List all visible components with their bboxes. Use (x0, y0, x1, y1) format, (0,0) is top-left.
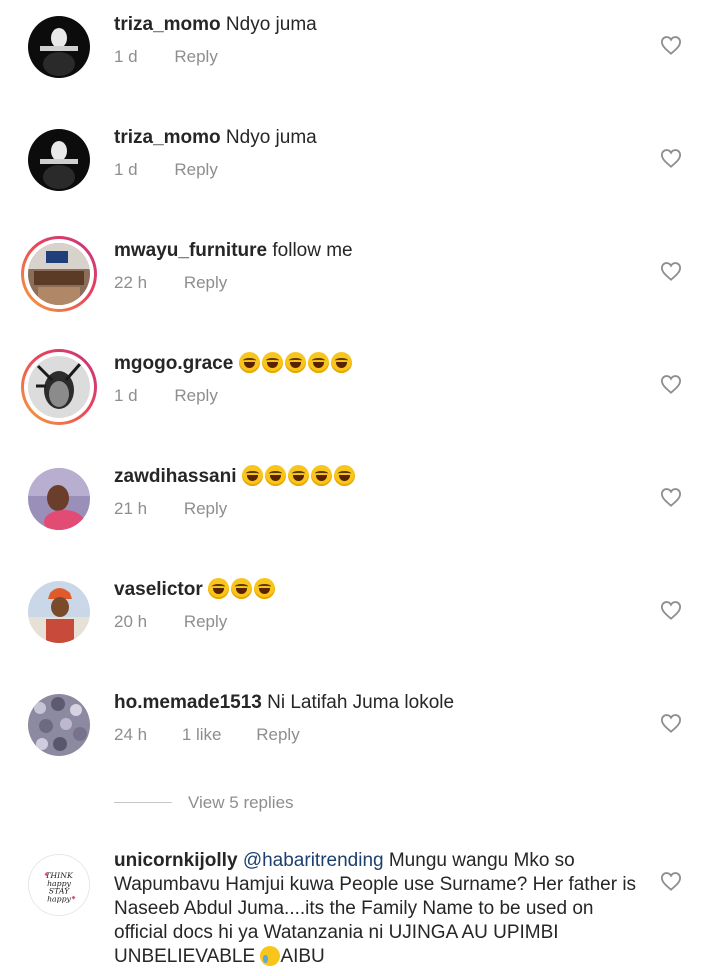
comment-text: Ndyo juma (225, 127, 317, 148)
avatar-story-ring[interactable] (21, 349, 97, 425)
comment-text: follow me (272, 240, 353, 261)
avatar (28, 243, 90, 305)
laughing-emoji-group (208, 578, 277, 600)
comment-line: triza_momo Ndyo juma (114, 126, 317, 150)
comment-text: Ni Latifah Juma lokole (267, 692, 455, 713)
comment-line: vaselictor (114, 578, 277, 602)
comment-time: 22 h (114, 273, 148, 292)
comment-line: ho.memade1513 Ni Latifah Juma lokole (114, 691, 454, 715)
comment-meta: 24 h 1 like Reply (114, 725, 300, 745)
reply-button[interactable]: Reply (184, 273, 227, 293)
avatar[interactable] (28, 16, 90, 78)
avatar[interactable] (28, 581, 90, 643)
laughing-emoji-icon (261, 352, 283, 373)
laughing-emoji-icon (284, 352, 306, 373)
comment-time: 1 d (114, 386, 138, 405)
laughing-emoji-icon (330, 352, 352, 373)
comment-text: Ndyo juma (225, 14, 317, 35)
comment-username[interactable]: mgogo.grace (114, 353, 233, 374)
comment-username[interactable]: unicornkijolly (114, 850, 238, 871)
laughing-emoji-icon (307, 352, 329, 373)
laughing-emoji-icon (231, 578, 253, 599)
comment-line: zawdihassani (114, 465, 357, 489)
comment-username[interactable]: ho.memade1513 (114, 692, 262, 713)
heart-icon[interactable] (660, 35, 682, 55)
avatar[interactable] (28, 468, 90, 530)
avatar[interactable] (28, 129, 90, 191)
comment-time: 1 d (114, 160, 138, 179)
avatar[interactable] (28, 694, 90, 756)
laughing-emoji-icon (264, 465, 286, 486)
laughing-emoji-icon (238, 352, 260, 373)
avatar-image (28, 356, 90, 418)
reply-button[interactable]: Reply (256, 725, 299, 745)
comment-meta: 21 h Reply (114, 499, 227, 519)
comment-meta: 1 d Reply (114, 47, 218, 67)
laughing-emoji-icon (333, 465, 355, 486)
comment-mention[interactable]: @habaritrending (243, 850, 384, 871)
reply-button[interactable]: Reply (184, 499, 227, 519)
heart-icon[interactable] (660, 713, 682, 733)
heart-icon[interactable] (660, 487, 682, 507)
reply-button[interactable]: Reply (184, 612, 227, 632)
comment-username[interactable]: zawdihassani (114, 466, 237, 487)
comment-time: 24 h (114, 725, 148, 744)
crying-emoji-icon (260, 946, 281, 966)
heart-icon[interactable] (660, 600, 682, 620)
comment-meta: 1 d Reply (114, 160, 218, 180)
avatar-image (28, 16, 90, 78)
avatar (28, 356, 90, 418)
comment-time: 21 h (114, 499, 148, 518)
comment-line: triza_momo Ndyo juma (114, 13, 317, 37)
view-replies-button[interactable]: View 5 replies (188, 793, 294, 813)
comment-time: 1 d (114, 47, 138, 66)
laughing-emoji-icon (254, 578, 276, 599)
svg-text:happy: happy (47, 894, 71, 903)
comment-meta: 1 d Reply (114, 386, 218, 406)
view-replies-divider (114, 802, 172, 803)
avatar-image (28, 468, 90, 530)
laughing-emoji-group (241, 465, 357, 487)
avatar[interactable]: THINK happy STAY happy (28, 854, 90, 916)
comment-username[interactable]: mwayu_furniture (114, 240, 267, 261)
reply-button[interactable]: Reply (174, 386, 217, 406)
comment-text-end: AIBU (280, 946, 325, 967)
laughing-emoji-icon (310, 465, 332, 486)
comment-username[interactable]: vaselictor (114, 579, 203, 600)
laughing-emoji-group (238, 352, 354, 374)
comment-line: mwayu_furniture follow me (114, 239, 353, 263)
laughing-emoji-icon (287, 465, 309, 486)
comment-line: mgogo.grace (114, 352, 354, 376)
heart-icon[interactable] (660, 374, 682, 394)
avatar-image: THINK happy STAY happy (29, 855, 89, 915)
comment-time: 20 h (114, 612, 148, 631)
laughing-emoji-icon (208, 578, 230, 599)
heart-icon[interactable] (660, 148, 682, 168)
avatar-image (28, 129, 90, 191)
avatar-image (28, 243, 90, 305)
reply-button[interactable]: Reply (174, 160, 217, 180)
heart-icon[interactable] (660, 871, 682, 891)
comment-meta: 20 h Reply (114, 612, 227, 632)
comment-line: unicornkijolly @habaritrending Mungu wan… (114, 849, 644, 969)
avatar-image (28, 694, 90, 756)
like-count[interactable]: 1 like (182, 725, 222, 745)
comment-username[interactable]: triza_momo (114, 127, 221, 148)
avatar-image (28, 581, 90, 643)
comment-username[interactable]: triza_momo (114, 14, 221, 35)
laughing-emoji-icon (241, 465, 263, 486)
heart-icon[interactable] (660, 261, 682, 281)
comment-meta: 22 h Reply (114, 273, 227, 293)
reply-button[interactable]: Reply (174, 47, 217, 67)
avatar-story-ring[interactable] (21, 236, 97, 312)
